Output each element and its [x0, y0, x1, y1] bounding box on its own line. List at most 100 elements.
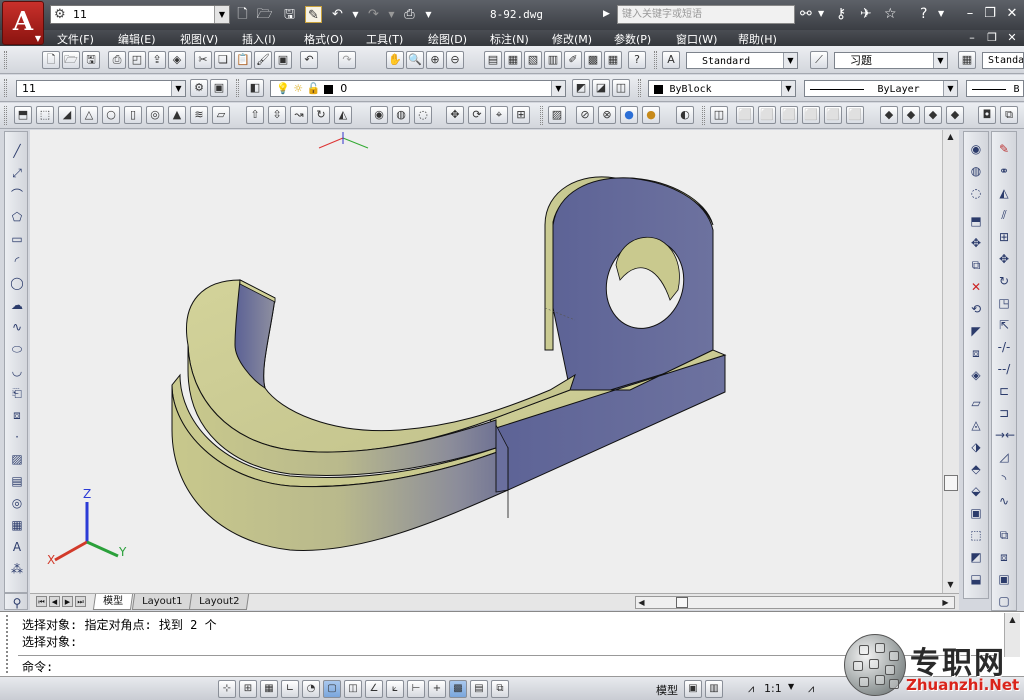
last-tab-icon[interactable]: ⏭	[75, 596, 86, 607]
taper-faces-icon[interactable]: ◤	[967, 322, 985, 340]
object-snap-icon[interactable]: ▢	[323, 680, 341, 698]
quick-properties-icon[interactable]: ▤	[470, 680, 488, 698]
realistic-style-icon[interactable]: ●	[620, 106, 638, 124]
menu-format[interactable]: 格式(O)	[304, 31, 343, 47]
break-at-point-icon[interactable]: ⊏	[995, 382, 1013, 400]
break-icon[interactable]: ⊐	[995, 404, 1013, 422]
text-style-combo[interactable]: Standard ▼	[686, 52, 798, 69]
insert-block-icon[interactable]: ⎗	[8, 384, 26, 402]
copy-faces-icon[interactable]: ⧈	[967, 344, 985, 362]
save-icon[interactable]: 🖫	[82, 51, 100, 69]
quickcalc-icon[interactable]: ▩	[584, 51, 602, 69]
new-file-icon[interactable]: 🗋	[234, 6, 251, 23]
se-iso-icon[interactable]: ◆	[902, 106, 920, 124]
scroll-up-arrow-icon[interactable]: ▲	[1005, 615, 1020, 624]
scroll-left-arrow-icon[interactable]: ◀	[636, 598, 647, 607]
binoculars-icon[interactable]: ⚯	[800, 6, 812, 22]
annotation-visibility-icon[interactable]: ⩘	[808, 682, 814, 696]
close-button[interactable]: ✕	[1002, 5, 1022, 23]
scale-icon[interactable]: ◳	[995, 294, 1013, 312]
draw-order-icon[interactable]: ⧈	[995, 548, 1013, 566]
menu-modify[interactable]: 修改(M)	[552, 31, 592, 47]
pan-icon[interactable]: ✋	[386, 51, 404, 69]
annotation-scale-value[interactable]: 1:1	[764, 682, 782, 695]
ucs-icon[interactable]: ⚲	[8, 594, 26, 612]
toolbar-grip[interactable]	[4, 79, 7, 97]
markup-icon[interactable]: ✐	[564, 51, 582, 69]
construction-line-icon[interactable]: ⤢	[8, 164, 26, 182]
section-plane-icon[interactable]: ◩	[967, 548, 985, 566]
menu-file[interactable]: 文件(F)	[57, 31, 94, 47]
redo-icon[interactable]: ↷	[365, 6, 382, 23]
plot-icon[interactable]: ⎙	[401, 6, 418, 23]
publish-icon[interactable]: ⇪	[148, 51, 166, 69]
array-icon[interactable]: ⊞	[995, 228, 1013, 246]
model-space-label[interactable]: 模型	[656, 682, 678, 698]
menu-tools[interactable]: 工具(T)	[366, 31, 403, 47]
undo-icon[interactable]: ↶	[300, 51, 318, 69]
ne-iso-icon[interactable]: ◆	[924, 106, 942, 124]
spline-icon[interactable]: ∿	[8, 318, 26, 336]
polar-tracking-icon[interactable]: ◔	[302, 680, 320, 698]
help-icon[interactable]: ?	[920, 6, 927, 22]
extrude-icon[interactable]: ⇧	[246, 106, 264, 124]
tab-layout2[interactable]: Layout2	[188, 594, 250, 610]
scroll-down-arrow-icon[interactable]: ▼	[943, 580, 958, 589]
trim-icon[interactable]: -/-	[995, 338, 1013, 356]
menu-window[interactable]: 窗口(W)	[676, 31, 717, 47]
subtract-icon[interactable]: ◍	[392, 106, 410, 124]
tab-layout1[interactable]: Layout1	[131, 594, 193, 610]
drawing-area[interactable]: Z X Y	[30, 130, 942, 593]
layer-properties-icon[interactable]: ◧	[246, 79, 264, 97]
paste-icon[interactable]: 📋	[234, 51, 252, 69]
color-edges-icon[interactable]: ◬	[967, 416, 985, 434]
move-faces-icon[interactable]: ✥	[967, 234, 985, 252]
3d-array-icon[interactable]: ⊞	[512, 106, 530, 124]
presspull-icon[interactable]: ⇳	[268, 106, 286, 124]
lineweight-combo[interactable]: B	[966, 80, 1024, 97]
previous-tab-icon[interactable]: ◀	[49, 596, 60, 607]
sw-iso-icon[interactable]: ◆	[880, 106, 898, 124]
quick-view-drawings-icon[interactable]: ▥	[705, 680, 723, 698]
sweep-icon[interactable]: ↝	[290, 106, 308, 124]
properties-icon[interactable]: ▤	[484, 51, 502, 69]
command-window-handle[interactable]	[6, 615, 14, 673]
horizontal-scrollbar[interactable]: ◀ ▶	[635, 596, 955, 609]
plot-preview-icon[interactable]: ◰	[128, 51, 146, 69]
toolbar-grip[interactable]	[540, 106, 543, 125]
move-icon[interactable]: ✥	[995, 250, 1013, 268]
quick-view-layouts-icon[interactable]: ▣	[684, 680, 702, 698]
table-icon[interactable]: ▦	[8, 516, 26, 534]
conceptual-style-icon[interactable]: ●	[642, 106, 660, 124]
annotation-scale-icon[interactable]: ⩘	[748, 682, 754, 696]
chevron-down-icon[interactable]: ▼	[383, 6, 400, 23]
help-icon[interactable]: ?	[628, 51, 646, 69]
scrollbar-thumb[interactable]	[676, 597, 688, 608]
tab-model[interactable]: 模型	[92, 594, 134, 610]
scroll-right-arrow-icon[interactable]: ▶	[940, 598, 951, 607]
helix-icon[interactable]: ≋	[190, 106, 208, 124]
union-icon[interactable]: ◉	[967, 140, 985, 158]
doc-minimize-button[interactable]: –	[962, 30, 982, 46]
minimize-button[interactable]: –	[960, 5, 980, 23]
add-selected-icon[interactable]: ⁂	[8, 560, 26, 578]
offset-icon[interactable]: ⫽	[995, 206, 1013, 224]
copy-edges-icon[interactable]: ▱	[967, 394, 985, 412]
ellipse-arc-icon[interactable]: ◡	[8, 362, 26, 380]
layer-combo[interactable]: 💡 ☼ 🔓 0 ▼	[270, 80, 566, 97]
infer-constraints-icon[interactable]: ⊹	[218, 680, 236, 698]
torus-icon[interactable]: ◎	[146, 106, 164, 124]
dimension-style-combo[interactable]: 习题 ▼	[834, 52, 948, 69]
vertical-scrollbar[interactable]: ▲ ▼	[942, 130, 959, 593]
wedge-icon[interactable]: ◢	[58, 106, 76, 124]
allow-dynamic-ucs-icon[interactable]: ⟀	[386, 680, 404, 698]
left-view-icon[interactable]: ⬜	[780, 106, 798, 124]
point-icon[interactable]: ·	[8, 428, 26, 446]
chevron-down-icon[interactable]: ▼	[818, 6, 824, 22]
table-style-icon[interactable]: ▦	[958, 51, 976, 69]
workspace-combo[interactable]: ⚙ 11 ▼	[50, 5, 230, 24]
ungroup-icon[interactable]: ▢	[995, 592, 1013, 610]
lineweight-icon[interactable]: +	[428, 680, 446, 698]
communication-center-icon[interactable]: ✈	[860, 6, 872, 22]
join-icon[interactable]: →←	[995, 426, 1015, 444]
